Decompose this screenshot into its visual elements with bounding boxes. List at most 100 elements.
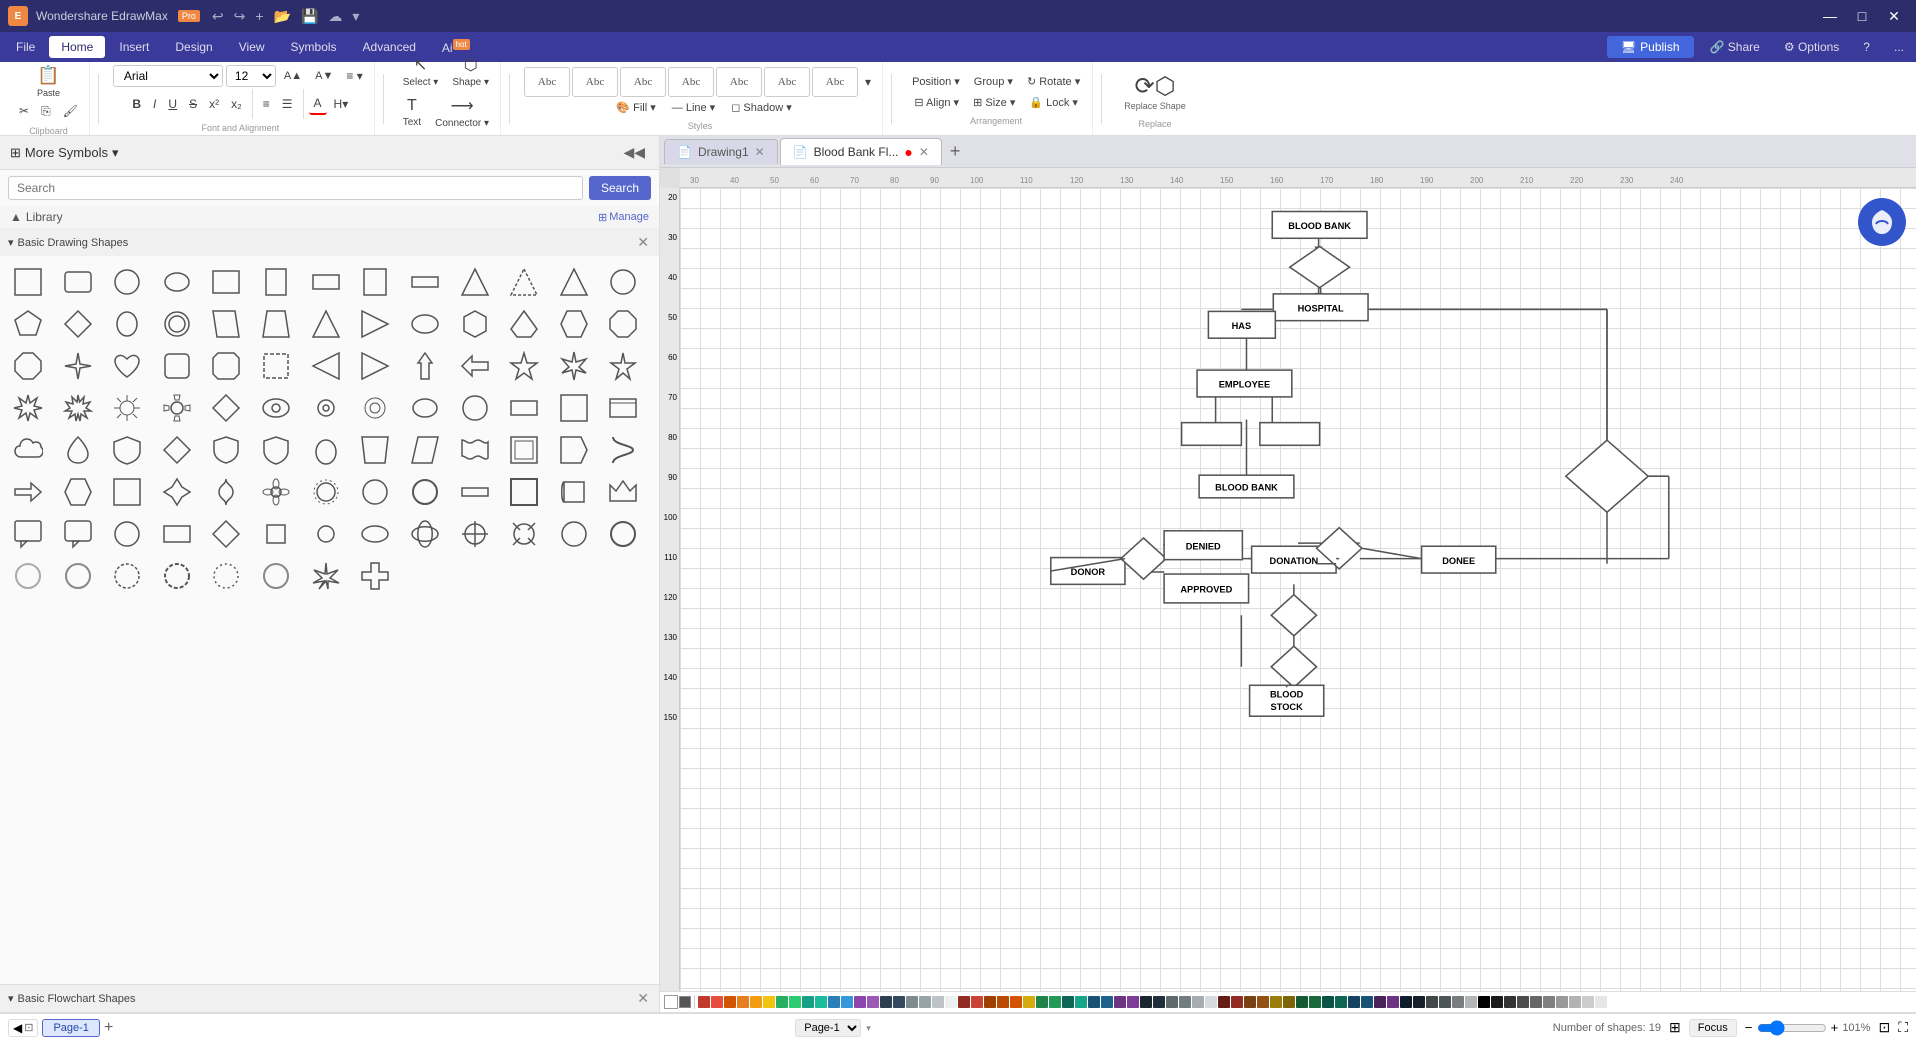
zoom-in-button[interactable]: + (1831, 1020, 1839, 1035)
menu-design[interactable]: Design (163, 36, 224, 58)
color-swatch[interactable] (750, 996, 762, 1008)
shape-pentagon2[interactable] (504, 304, 544, 344)
highlight-button[interactable]: H▾ (329, 94, 354, 114)
color-swatch[interactable] (1075, 996, 1087, 1008)
color-swatch[interactable] (1387, 996, 1399, 1008)
shape-dashed-circle[interactable] (206, 556, 246, 596)
color-swatch[interactable] (1192, 996, 1204, 1008)
publish-button[interactable]: 🖥Publish (1607, 36, 1694, 58)
color-swatch[interactable] (1205, 996, 1217, 1008)
color-swatch[interactable] (1140, 996, 1152, 1008)
search-button[interactable]: Search (589, 176, 651, 200)
shape-rect-cut[interactable] (206, 346, 246, 386)
new-button[interactable]: + (251, 6, 267, 27)
color-swatch[interactable] (1478, 996, 1490, 1008)
shape-trapezoid2[interactable] (355, 430, 395, 470)
shape-star8[interactable] (58, 388, 98, 428)
color-swatch[interactable] (841, 996, 853, 1008)
shape-arrow2[interactable] (455, 346, 495, 386)
menu-file[interactable]: File (4, 36, 47, 58)
shape-shield3[interactable] (256, 430, 296, 470)
format-painter-button[interactable]: 🖌 (58, 101, 83, 121)
maximize-button[interactable]: □ (1848, 5, 1876, 27)
shape-oct2[interactable] (8, 346, 48, 386)
shape-diamond[interactable] (58, 304, 98, 344)
text-tool-button[interactable]: T Text (398, 94, 426, 131)
shape-rect3[interactable] (256, 262, 296, 302)
style-swatch-3[interactable]: Abc (620, 67, 666, 97)
shape-cross[interactable] (355, 556, 395, 596)
shape-hexagon[interactable] (455, 304, 495, 344)
shape-heart[interactable] (107, 346, 147, 386)
shape-parallelogram[interactable] (206, 304, 246, 344)
shape-s-curve[interactable] (603, 430, 643, 470)
color-swatch[interactable] (763, 996, 775, 1008)
color-swatch[interactable] (789, 996, 801, 1008)
manage-link[interactable]: ⊞ Manage (598, 211, 649, 224)
shape-gear2[interactable] (306, 388, 346, 428)
color-swatch[interactable] (1231, 996, 1243, 1008)
share-button[interactable]: 🔗 Share (1702, 36, 1768, 58)
style-swatch-1[interactable]: Abc (524, 67, 570, 97)
prev-page-btn[interactable]: ◀ (13, 1021, 22, 1035)
shape-rect-wide[interactable] (504, 388, 544, 428)
shape-parallelogram2[interactable] (405, 430, 445, 470)
size-button[interactable]: ⊞ Size ▾ (967, 93, 1021, 112)
shape-hex2[interactable] (554, 304, 594, 344)
copy-button[interactable]: ⎘ (36, 101, 56, 122)
lock-button[interactable]: 🔒 Lock ▾ (1023, 93, 1084, 112)
color-swatch[interactable] (1348, 996, 1360, 1008)
section-header-flowchart[interactable]: ▾ Basic Flowchart Shapes ✕ (0, 985, 659, 1012)
tab-drawing1[interactable]: 📄 Drawing1 ✕ (664, 139, 778, 164)
undo-button[interactable]: ↩ (208, 6, 228, 27)
shape-star4[interactable] (58, 346, 98, 386)
redo-button[interactable]: ↪ (230, 6, 250, 27)
shape-triangle4[interactable] (306, 304, 346, 344)
shape-pentagon[interactable] (8, 304, 48, 344)
style-swatch-5[interactable]: Abc (716, 67, 762, 97)
shape-crown[interactable] (603, 472, 643, 512)
style-swatch-6[interactable]: Abc (764, 67, 810, 97)
shape-sm-circle1[interactable] (107, 514, 147, 554)
color-swatch[interactable] (919, 996, 931, 1008)
shape-triangle3[interactable] (554, 262, 594, 302)
color-swatch[interactable] (1010, 996, 1022, 1008)
shape-crosshair[interactable] (455, 514, 495, 554)
color-swatch[interactable] (711, 996, 723, 1008)
shape-triangle5[interactable] (355, 346, 395, 386)
shape-rect-rounded2[interactable] (157, 346, 197, 386)
color-swatch[interactable] (958, 996, 970, 1008)
color-swatch[interactable] (724, 996, 736, 1008)
fill-button[interactable]: 🎨 Fill ▾ (610, 98, 661, 117)
color-swatch[interactable] (1088, 996, 1100, 1008)
shape-sm-circle2[interactable] (306, 514, 346, 554)
color-swatch[interactable] (971, 996, 983, 1008)
shape-circle7[interactable] (8, 556, 48, 596)
shape-arrow-tri[interactable] (355, 304, 395, 344)
align-button[interactable]: ⊟ Align ▾ (908, 93, 965, 112)
color-swatch[interactable] (906, 996, 918, 1008)
color-swatch[interactable] (1114, 996, 1126, 1008)
custom-color-btn[interactable] (679, 996, 691, 1008)
color-swatch[interactable] (1517, 996, 1529, 1008)
shape-shield[interactable] (107, 430, 147, 470)
tab-bloodbank[interactable]: 📄 Blood Bank Fl... ● ✕ (780, 138, 942, 165)
add-page-button[interactable]: + (104, 1019, 113, 1037)
shape-teardrop[interactable] (58, 430, 98, 470)
connector-tool-button[interactable]: ⟶ Connector ▾ (430, 93, 494, 132)
shape-oct[interactable] (603, 304, 643, 344)
underline-button[interactable]: U (163, 94, 182, 114)
shape-diamond3[interactable] (157, 430, 197, 470)
shape-rect2[interactable] (206, 262, 246, 302)
shape-ellipse2[interactable] (107, 304, 147, 344)
close-button[interactable]: ✕ (1880, 5, 1908, 27)
page-select[interactable]: Page-1 (795, 1019, 861, 1037)
shape-trapezoid[interactable] (256, 304, 296, 344)
shape-ellipse[interactable] (157, 262, 197, 302)
shape-eye[interactable] (256, 388, 296, 428)
shape-star-fancy[interactable] (206, 472, 246, 512)
shape-rounded-rect[interactable] (58, 262, 98, 302)
italic-button[interactable]: I (148, 94, 161, 114)
shape-gray-circle[interactable] (256, 556, 296, 596)
color-swatch[interactable] (984, 996, 996, 1008)
